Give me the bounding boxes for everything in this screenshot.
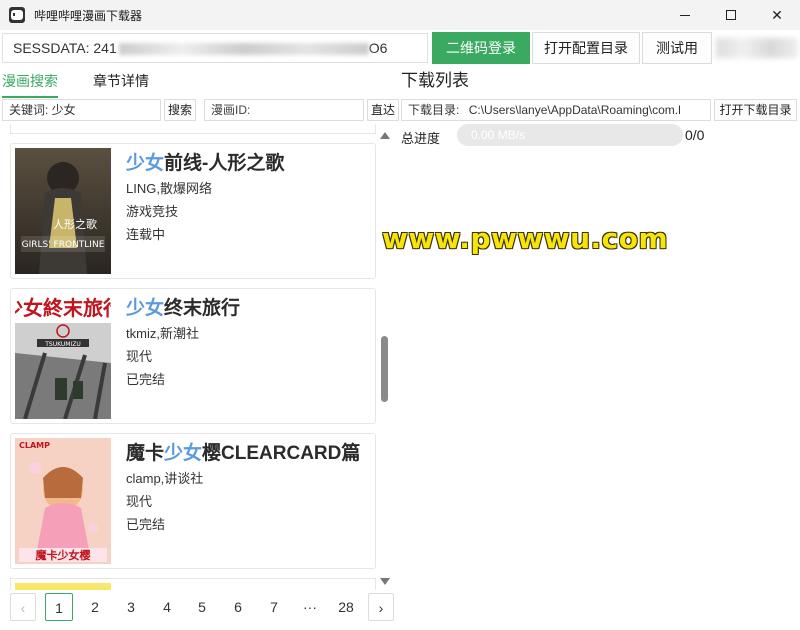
- comic-author: clamp,讲谈社: [126, 471, 204, 486]
- comic-title: 少女前线-人形之歌: [126, 153, 285, 174]
- svg-text:GIRLS' FRONTLINE: GIRLS' FRONTLINE: [22, 240, 105, 250]
- window-controls: ✕: [662, 0, 800, 30]
- comic-genre: 现代: [126, 494, 153, 509]
- list-item[interactable]: 少女終末旅行 TSUKUMIZU 少女终末旅行 tkmiz,新潮社 现代 已完结: [10, 288, 376, 424]
- svg-text:少女終末旅行: 少女終末旅行: [15, 296, 111, 320]
- minimize-icon: [680, 14, 690, 16]
- scroll-down-icon[interactable]: [380, 578, 390, 585]
- page-4[interactable]: 4: [153, 593, 181, 621]
- svg-text:CLAMP: CLAMP: [19, 441, 50, 450]
- download-dir-value: C:\Users\lanye\AppData\Roaming\com.l: [468, 103, 681, 117]
- comic-title: 少女终末旅行: [126, 298, 241, 319]
- comic-id-input[interactable]: 漫画ID:: [204, 99, 364, 121]
- comic-author: LING,散爆网络: [126, 181, 212, 196]
- page-1[interactable]: 1: [45, 593, 73, 621]
- keyword-input[interactable]: 关键词: 少女: [2, 99, 161, 121]
- download-dir-field[interactable]: 下载目录: C:\Users\lanye\AppData\Roaming\com…: [401, 99, 711, 121]
- comic-title: 魔卡少女樱CLEARCARD篇: [126, 443, 361, 464]
- comic-cover: GIRLS' FRONTLINE 人形之歌: [15, 148, 111, 274]
- tab-comic-search[interactable]: 漫画搜索: [2, 70, 58, 98]
- comic-status: 已完结: [126, 517, 166, 532]
- direct-go-button[interactable]: 直达: [367, 99, 399, 121]
- page-7[interactable]: 7: [260, 593, 288, 621]
- total-progress-bar: 0.00 MB/s: [457, 124, 683, 146]
- comic-author: tkmiz,新潮社: [126, 326, 199, 341]
- comic-cover: 少女終末旅行 TSUKUMIZU: [15, 293, 111, 419]
- download-list-title: 下载列表: [401, 71, 469, 90]
- svg-text:魔卡少女樱: 魔卡少女樱: [36, 548, 91, 562]
- open-download-dir-button[interactable]: 打开下载目录: [714, 99, 797, 121]
- list-item-partial-top: [10, 124, 376, 134]
- watermark-text: www.pwwwu.com: [382, 222, 669, 255]
- list-item-partial-bottom: [10, 578, 376, 590]
- comic-genre: 现代: [126, 349, 153, 364]
- page-5[interactable]: 5: [188, 593, 216, 621]
- next-page-button[interactable]: ›: [368, 593, 394, 621]
- qr-login-button[interactable]: 二维码登录: [432, 32, 530, 64]
- redacted-area: [716, 38, 798, 58]
- list-item[interactable]: GIRLS' FRONTLINE 人形之歌 少女前线-人形之歌 LING,散爆网…: [10, 143, 376, 279]
- session-row: SESSDATA: 241 O6 二维码登录 打开配置目录 测试用: [0, 30, 800, 66]
- svg-text:人形之歌: 人形之歌: [53, 217, 97, 231]
- search-button[interactable]: 搜索: [164, 99, 196, 121]
- scrollbar-thumb[interactable]: [381, 336, 388, 402]
- test-button[interactable]: 测试用: [642, 32, 712, 64]
- window-title: 哔哩哔哩漫画下载器: [34, 8, 143, 23]
- list-item[interactable]: CLAMP 魔卡少女樱 魔卡少女樱CLEARCARD篇 clamp,讲谈社 现代…: [10, 433, 376, 569]
- sessdata-value: SESSDATA: 241: [13, 40, 117, 56]
- download-dir-label: 下载目录:: [408, 103, 460, 117]
- page-3[interactable]: 3: [117, 593, 145, 621]
- sessdata-redacted: [118, 43, 369, 56]
- page-last[interactable]: 28: [332, 593, 360, 621]
- sessdata-value-tail: O6: [368, 40, 388, 56]
- result-list: GIRLS' FRONTLINE 人形之歌 少女前线-人形之歌 LING,散爆网…: [0, 124, 392, 590]
- download-speed: 0.00 MB/s: [471, 128, 526, 142]
- maximize-icon: [726, 10, 736, 20]
- total-progress-label: 总进度: [401, 131, 441, 146]
- app-logo-icon: [9, 7, 25, 23]
- open-config-dir-button[interactable]: 打开配置目录: [532, 32, 640, 64]
- comic-genre: 游戏竞技: [126, 204, 179, 219]
- scroll-up-icon[interactable]: [380, 132, 390, 139]
- prev-page-button[interactable]: ‹: [10, 593, 36, 621]
- tab-chapter-details[interactable]: 章节详情: [93, 70, 149, 98]
- comic-status: 已完结: [126, 372, 166, 387]
- comic-status: 连载中: [126, 227, 166, 242]
- download-count: 0/0: [685, 127, 705, 143]
- title-bar: 哔哩哔哩漫画下载器 ✕: [0, 0, 800, 30]
- close-icon: ✕: [771, 6, 783, 23]
- page-2[interactable]: 2: [81, 593, 109, 621]
- pagination: ‹ 1 2 3 4 5 6 7 ··· 28 ›: [0, 593, 400, 621]
- page-ellipsis[interactable]: ···: [296, 593, 324, 621]
- close-button[interactable]: ✕: [754, 0, 800, 30]
- sessdata-input[interactable]: SESSDATA: 241 O6: [2, 33, 428, 63]
- minimize-button[interactable]: [662, 0, 708, 30]
- maximize-button[interactable]: [708, 0, 754, 30]
- svg-text:TSUKUMIZU: TSUKUMIZU: [44, 341, 80, 348]
- page-6[interactable]: 6: [224, 593, 252, 621]
- comic-cover: CLAMP 魔卡少女樱: [15, 438, 111, 564]
